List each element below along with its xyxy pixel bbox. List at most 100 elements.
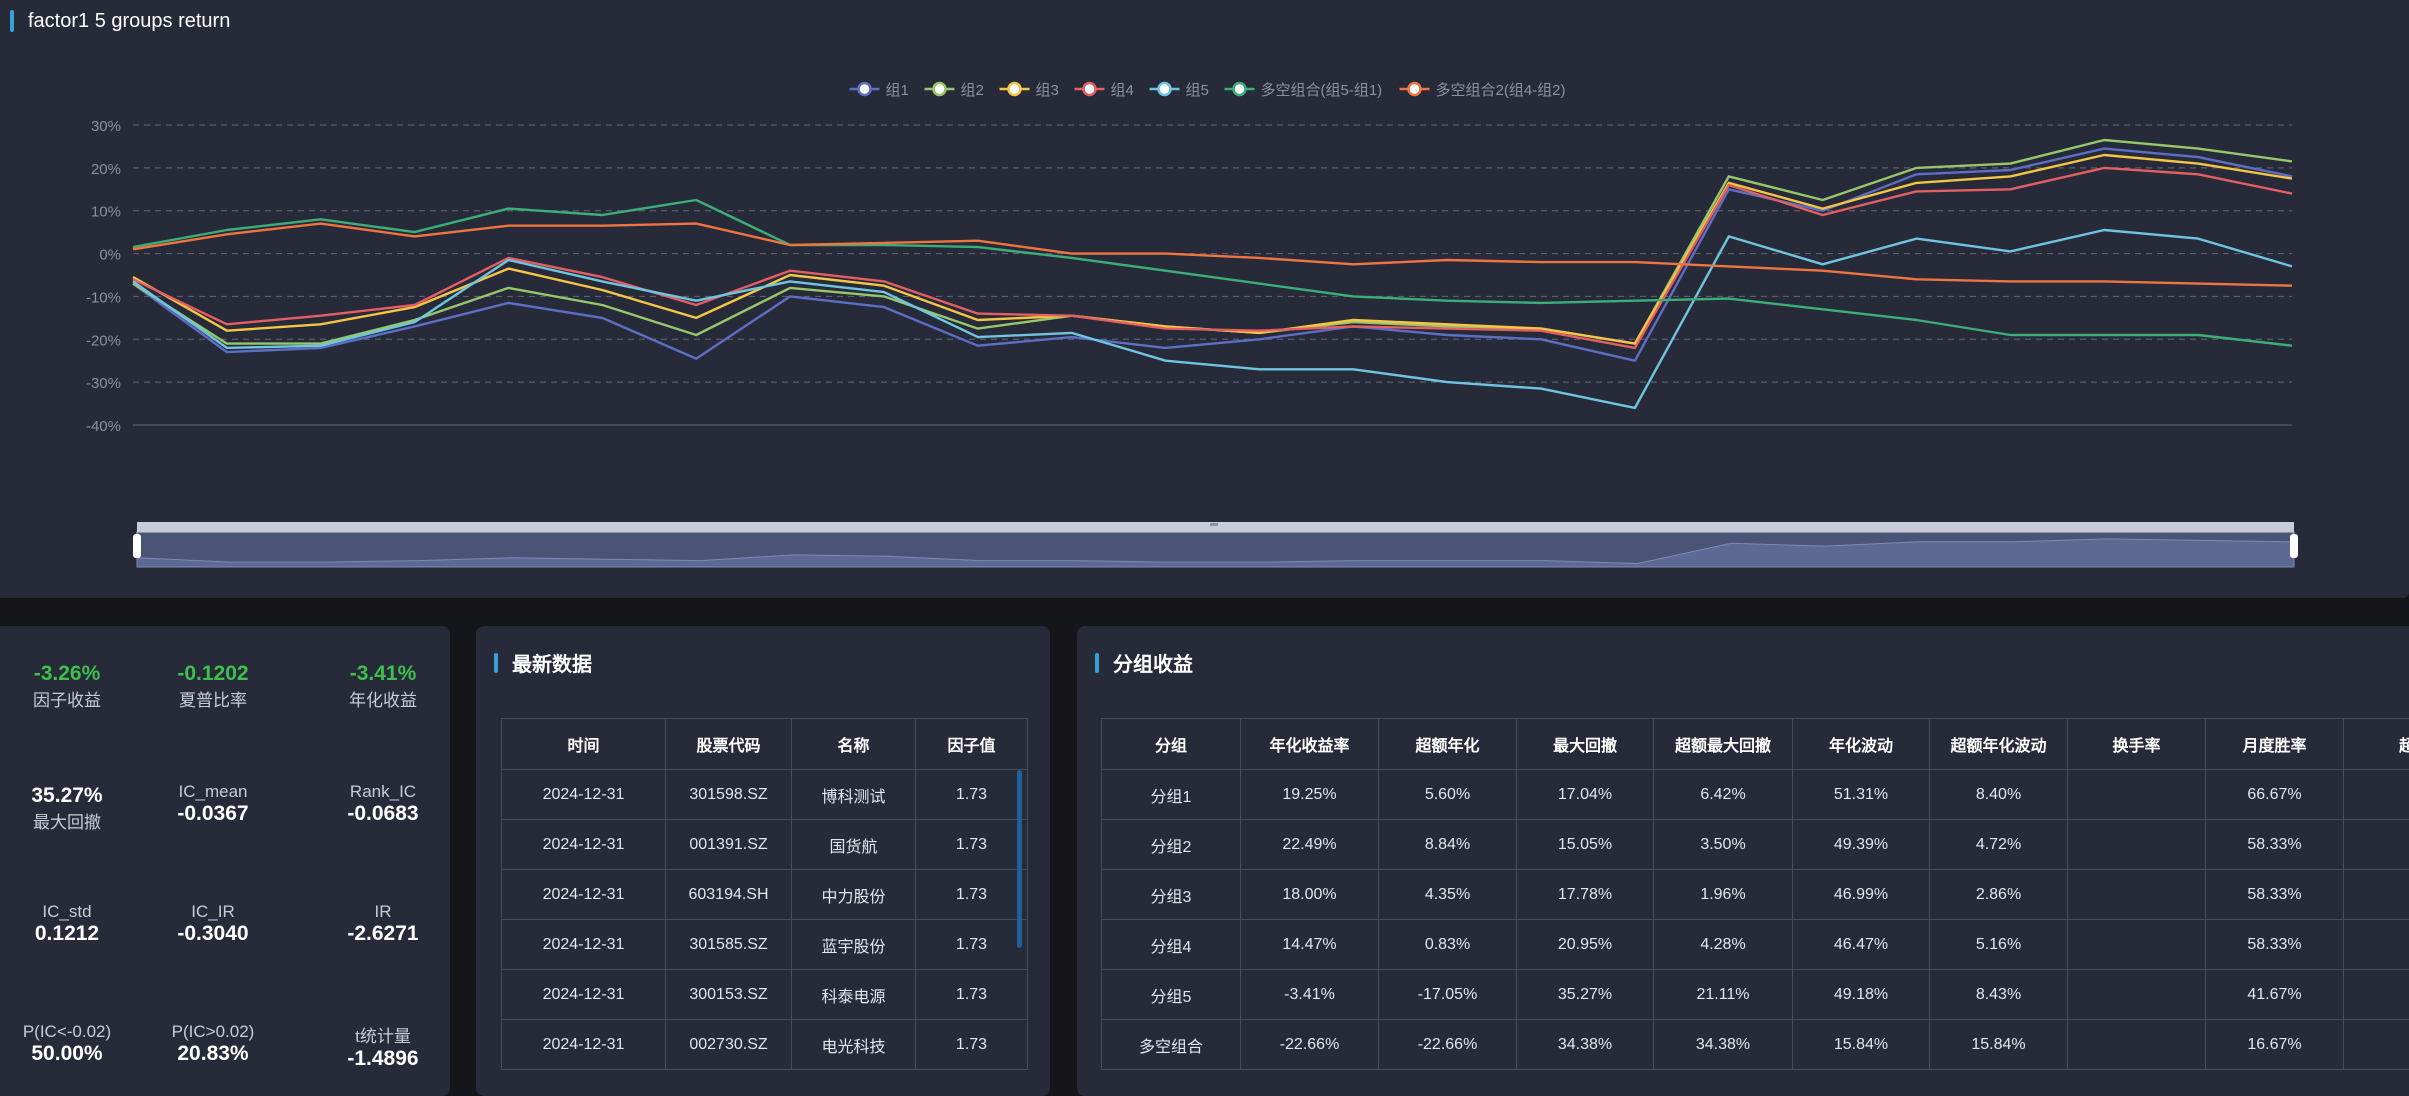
title-accent-bar bbox=[1095, 653, 1099, 673]
latest-data-table: 时间股票代码名称因子值 2024-12-31301598.SZ博科测试1.732… bbox=[501, 718, 1028, 1070]
metric-label: 年化收益 bbox=[308, 686, 458, 711]
table-row[interactable]: 2024-12-31301585.SZ蓝宇股份1.73 bbox=[502, 920, 1028, 970]
legend-label: 组3 bbox=[1036, 82, 1059, 99]
series-line-g4 bbox=[133, 168, 2292, 348]
table-cell: 35.27% bbox=[1517, 970, 1654, 1020]
table-row[interactable]: 分组222.49%8.84%15.05%3.50%49.39%4.72%58.3… bbox=[1102, 820, 2409, 870]
column-header: 月度胜率 bbox=[2206, 719, 2344, 770]
table-cell: 8.43% bbox=[1930, 970, 2068, 1020]
table-row[interactable]: 分组318.00%4.35%17.78%1.96%46.99%2.86%58.3… bbox=[1102, 870, 2409, 920]
table-cell: 分组5 bbox=[1102, 970, 1241, 1020]
table-cell bbox=[2068, 1020, 2206, 1070]
table-cell: 22.49% bbox=[1241, 820, 1379, 870]
metric-value: 0.1212 bbox=[0, 922, 142, 946]
chart-series bbox=[133, 140, 2292, 408]
legend-item-g4[interactable]: 组4 bbox=[1075, 82, 1134, 99]
table-cell: 34.38% bbox=[1654, 1020, 1793, 1070]
metric-factor-return: -3.26% 因子收益 bbox=[0, 662, 142, 711]
metric-label: 最大回撤 bbox=[0, 808, 142, 833]
y-tick-label: 0% bbox=[99, 247, 121, 264]
metric-label: P(IC>0.02) bbox=[138, 1022, 288, 1042]
table-row[interactable]: 分组5-3.41%-17.05%35.27%21.11%49.18%8.43%4… bbox=[1102, 970, 2409, 1020]
table-cell: 15.05% bbox=[1517, 820, 1654, 870]
y-axis-labels: 30%20%10%0%-10%-20%-30%-40% bbox=[86, 118, 121, 435]
column-header: 换手率 bbox=[2068, 719, 2206, 770]
table-row[interactable]: 多空组合-22.66%-22.66%34.38%34.38%15.84%15.8… bbox=[1102, 1020, 2409, 1070]
table-cell: 301598.SZ bbox=[666, 770, 792, 820]
legend-item-g5[interactable]: 组5 bbox=[1150, 82, 1209, 99]
column-header: 超额 bbox=[2344, 719, 2409, 770]
table-row[interactable]: 2024-12-31301598.SZ博科测试1.73 bbox=[502, 770, 1028, 820]
table-cell: -17.05% bbox=[1379, 970, 1517, 1020]
metric-value: -0.0683 bbox=[308, 802, 458, 826]
table-cell: 301585.SZ bbox=[666, 920, 792, 970]
latest-data-panel: 最新数据 时间股票代码名称因子值 2024-12-31301598.SZ博科测试… bbox=[476, 626, 1050, 1096]
metric-value: 35.27% bbox=[0, 784, 142, 808]
legend-item-ls1[interactable]: 多空组合(组5-组1) bbox=[1225, 82, 1383, 99]
table-cell bbox=[2068, 820, 2206, 870]
table-cell: 2024-12-31 bbox=[502, 970, 666, 1020]
metric-value: -0.3040 bbox=[138, 922, 288, 946]
table-row[interactable]: 2024-12-31603194.SH中力股份1.73 bbox=[502, 870, 1028, 920]
datazoom-slider[interactable] bbox=[133, 522, 2298, 567]
legend-item-g1[interactable]: 组1 bbox=[850, 82, 909, 99]
y-tick-label: 30% bbox=[91, 118, 121, 135]
legend-item-ls2[interactable]: 多空组合2(组4-组2) bbox=[1400, 82, 1566, 99]
column-header: 年化收益率 bbox=[1241, 719, 1379, 770]
table-cell: 19.25% bbox=[1241, 770, 1379, 820]
table-cell: 4.72% bbox=[1930, 820, 2068, 870]
table-cell: 5 bbox=[2344, 920, 2409, 970]
table-cell: 2024-12-31 bbox=[502, 870, 666, 920]
table-cell: 科泰电源 bbox=[792, 970, 916, 1020]
table-cell: 1.73 bbox=[916, 920, 1028, 970]
table-row[interactable]: 分组119.25%5.60%17.04%6.42%51.31%8.40%66.6… bbox=[1102, 770, 2409, 820]
chart-legend: 组1 组2 组3 组4 组5 多空组合(组5-组1) 多空组合2(组4-组2) bbox=[850, 82, 1566, 99]
table-row[interactable]: 2024-12-31002730.SZ电光科技1.73 bbox=[502, 1020, 1028, 1070]
table-cell: 8.40% bbox=[1930, 770, 2068, 820]
section-title: 最新数据 bbox=[494, 648, 592, 677]
table-row[interactable]: 分组414.47%0.83%20.95%4.28%46.47%5.16%58.3… bbox=[1102, 920, 2409, 970]
metric-label: Rank_IC bbox=[308, 782, 458, 802]
zoom-drag-grip-icon[interactable] bbox=[1210, 523, 1218, 526]
legend-item-g3[interactable]: 组3 bbox=[1000, 82, 1059, 99]
table-cell: 49.18% bbox=[1793, 970, 1930, 1020]
table-cell: -22.66% bbox=[1379, 1020, 1517, 1070]
table-cell: 15.84% bbox=[1930, 1020, 2068, 1070]
table-cell: 603194.SH bbox=[666, 870, 792, 920]
table-cell: 46.47% bbox=[1793, 920, 1930, 970]
legend-marker-icon bbox=[1234, 83, 1246, 95]
table-cell: 分组1 bbox=[1102, 770, 1241, 820]
table-cell: 5.16% bbox=[1930, 920, 2068, 970]
table-cell: 1.73 bbox=[916, 970, 1028, 1020]
metrics-panel: -3.26% 因子收益 -0.1202 夏普比率 -3.41% 年化收益 35.… bbox=[0, 626, 450, 1096]
latest-table-scrollbar[interactable] bbox=[1017, 770, 1022, 948]
table-cell: 8 bbox=[2344, 820, 2409, 870]
metric-p-ic-pos: P(IC>0.02) 20.83% bbox=[138, 1022, 288, 1066]
table-cell: -22.66% bbox=[1241, 1020, 1379, 1070]
column-header: 名称 bbox=[792, 719, 916, 770]
zoom-handle-right[interactable] bbox=[2290, 534, 2298, 558]
table-cell: 博科测试 bbox=[792, 770, 916, 820]
table-cell: 2024-12-31 bbox=[502, 920, 666, 970]
column-header: 分组 bbox=[1102, 719, 1241, 770]
table-row[interactable]: 2024-12-31300153.SZ科泰电源1.73 bbox=[502, 970, 1028, 1020]
column-header: 最大回撤 bbox=[1517, 719, 1654, 770]
table-cell: 2 bbox=[2344, 970, 2409, 1020]
chart-panel: factor1 5 groups return 组1组2组3组4组5多空组合(组… bbox=[0, 0, 2409, 598]
table-cell bbox=[2068, 770, 2206, 820]
table-cell: 8.84% bbox=[1379, 820, 1517, 870]
table-cell: 6.42% bbox=[1654, 770, 1793, 820]
table-cell: 中力股份 bbox=[792, 870, 916, 920]
group-returns-title: 分组收益 bbox=[1113, 648, 1193, 677]
table-cell: 34.38% bbox=[1517, 1020, 1654, 1070]
metric-sharpe: -0.1202 夏普比率 bbox=[138, 662, 288, 711]
table-row[interactable]: 2024-12-31001391.SZ国货航1.73 bbox=[502, 820, 1028, 870]
column-header: 时间 bbox=[502, 719, 666, 770]
table-cell: 分组3 bbox=[1102, 870, 1241, 920]
table-cell: 002730.SZ bbox=[666, 1020, 792, 1070]
zoom-handle-left[interactable] bbox=[133, 534, 141, 558]
legend-marker-icon bbox=[1159, 83, 1171, 95]
legend-item-g2[interactable]: 组2 bbox=[925, 82, 984, 99]
table-cell: 1 bbox=[2344, 1020, 2409, 1070]
table-cell: 1.73 bbox=[916, 820, 1028, 870]
